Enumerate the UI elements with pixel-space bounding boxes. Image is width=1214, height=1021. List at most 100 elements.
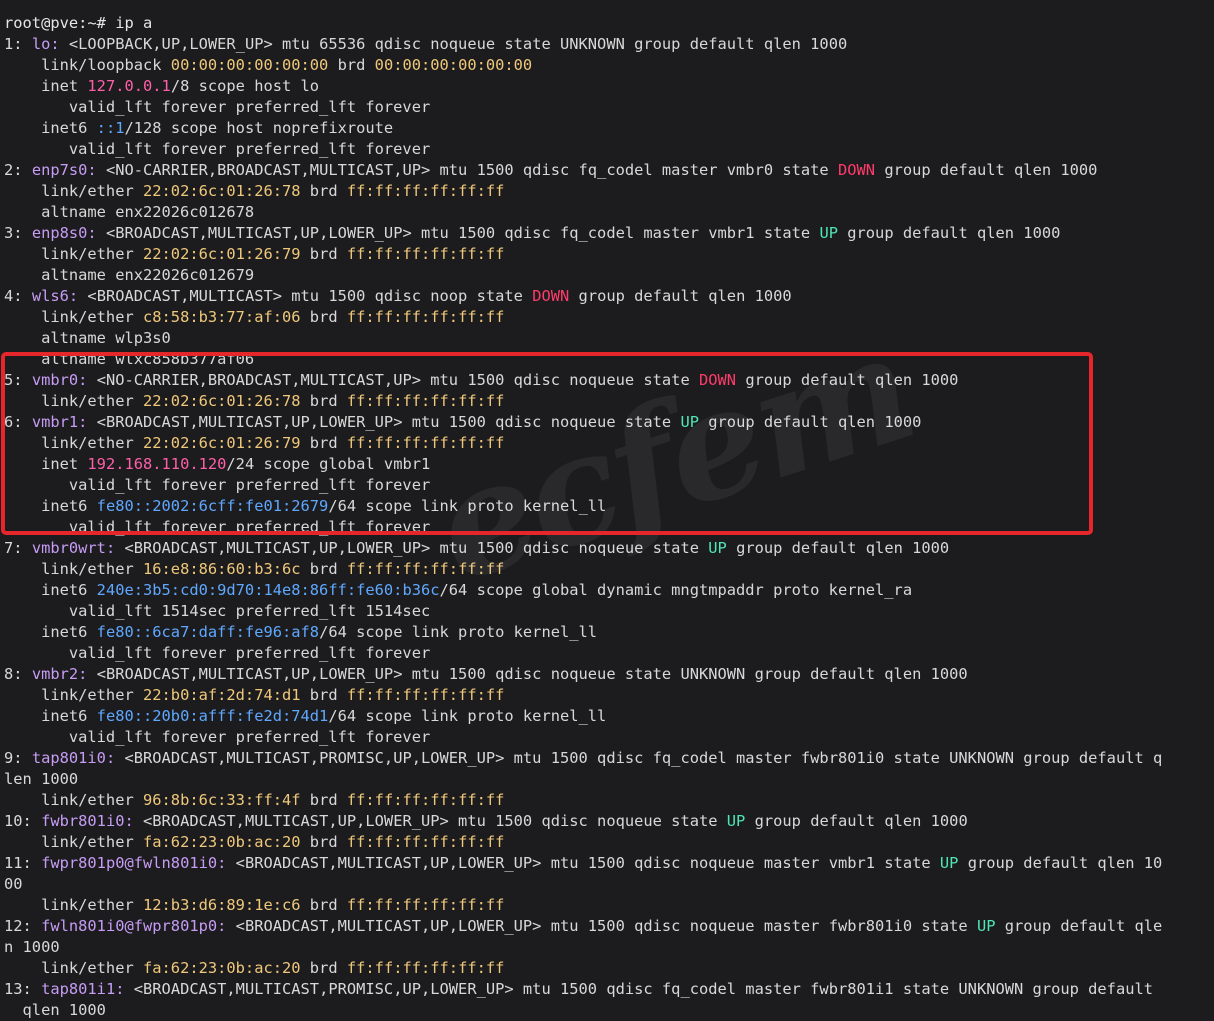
- output-text: /8 scope host lo: [170, 77, 320, 95]
- output-text: /64 scope link proto kernel_ll: [328, 497, 607, 515]
- output-text: inet: [4, 77, 88, 95]
- interface-name: wls6:: [31, 287, 79, 305]
- output-text: 10:: [4, 812, 42, 830]
- terminal-line: qlen 1000: [4, 1000, 1210, 1021]
- output-text: /64 scope global dynamic mngtmpaddr prot…: [439, 581, 913, 599]
- output-text: link/ether: [4, 245, 143, 263]
- output-text: link/ether: [4, 560, 143, 578]
- broadcast-address: ff:ff:ff:ff:ff:ff: [346, 245, 505, 263]
- output-text: link/ether: [4, 896, 143, 914]
- output-text: inet6: [4, 497, 97, 515]
- output-text: valid_lft forever preferred_lft forever: [4, 644, 431, 662]
- output-text: 00: [4, 875, 23, 893]
- terminal-line: len 1000: [4, 769, 1210, 790]
- output-text: 7:: [4, 539, 32, 557]
- terminal-line: link/ether 22:02:6c:01:26:78 brd ff:ff:f…: [4, 391, 1210, 412]
- terminal-line: inet6 fe80::20b0:afff:fe2d:74d1/64 scope…: [4, 706, 1210, 727]
- output-text: altname enx22026c012678: [4, 203, 255, 221]
- broadcast-address: ff:ff:ff:ff:ff:ff: [346, 896, 505, 914]
- terminal-line: link/ether 96:8b:6c:33:ff:4f brd ff:ff:f…: [4, 790, 1210, 811]
- mac-address: 96:8b:6c:33:ff:4f: [143, 791, 301, 809]
- output-text: brd: [328, 56, 375, 74]
- output-text: link/ether: [4, 434, 143, 452]
- output-text: valid_lft forever preferred_lft forever: [4, 140, 431, 158]
- output-text: link/ether: [4, 833, 143, 851]
- interface-name: fwbr801i0:: [41, 812, 134, 830]
- output-text: brd: [300, 308, 347, 326]
- output-text: group default qlen 1000: [699, 413, 922, 431]
- output-text: <BROADCAST,MULTICAST,UP,LOWER_UP> mtu 15…: [226, 917, 977, 935]
- prompt-text: root@pve:~# ip a: [4, 14, 153, 32]
- interface-name: tap801i1:: [41, 980, 125, 998]
- interface-name: vmbr0wrt:: [31, 539, 116, 557]
- output-text: qlen 1000: [4, 1001, 106, 1019]
- output-text: <BROADCAST,MULTICAST,UP,LOWER_UP> mtu 15…: [87, 665, 968, 683]
- output-text: link/ether: [4, 308, 143, 326]
- output-text: group default qlen 1000: [837, 224, 1061, 242]
- terminal-line: valid_lft forever preferred_lft forever: [4, 475, 1210, 496]
- output-text: valid_lft forever preferred_lft forever: [4, 476, 431, 494]
- output-text: brd: [300, 791, 347, 809]
- terminal-output[interactable]: root@pve:~# ip a 1: lo: <LOOPBACK,UP,LOWE…: [4, 0, 1210, 1021]
- output-text: 5:: [4, 371, 32, 389]
- terminal-line: 2: enp7s0: <NO-CARRIER,BROADCAST,MULTICA…: [4, 160, 1210, 181]
- mac-address: fa:62:23:0b:ac:20: [143, 959, 301, 977]
- terminal-line: 5: vmbr0: <NO-CARRIER,BROADCAST,MULTICAS…: [4, 370, 1210, 391]
- terminal-line: link/ether 22:b0:af:2d:74:d1 brd ff:ff:f…: [4, 685, 1210, 706]
- mac-address: 22:02:6c:01:26:79: [143, 434, 301, 452]
- broadcast-address: ff:ff:ff:ff:ff:ff: [346, 686, 505, 704]
- terminal-line: 6: vmbr1: <BROADCAST,MULTICAST,UP,LOWER_…: [4, 412, 1210, 433]
- output-text: group default qle: [995, 917, 1163, 935]
- output-text: link/loopback: [4, 56, 171, 74]
- output-text: 12:: [4, 917, 42, 935]
- terminal-line: altname enx22026c012679: [4, 265, 1210, 286]
- state-up: UP: [819, 224, 838, 242]
- terminal-line: inet6 fe80::2002:6cff:fe01:2679/64 scope…: [4, 496, 1210, 517]
- interface-name: vmbr0:: [31, 371, 88, 389]
- output-text: brd: [300, 686, 347, 704]
- interface-name: lo:: [31, 35, 60, 53]
- output-text: link/ether: [4, 686, 143, 704]
- output-text: group default qlen 1000: [875, 161, 1098, 179]
- output-text: <NO-CARRIER,BROADCAST,MULTICAST,UP> mtu …: [87, 371, 699, 389]
- output-text: brd: [300, 896, 347, 914]
- output-text: <BROADCAST,MULTICAST,UP,LOWER_UP> mtu 15…: [87, 413, 681, 431]
- output-text: 4:: [4, 287, 32, 305]
- output-text: inet6: [4, 581, 97, 599]
- output-text: altname wlp3s0: [4, 329, 171, 347]
- terminal-line: inet 127.0.0.1/8 scope host lo: [4, 76, 1210, 97]
- output-text: len 1000: [4, 770, 79, 788]
- mac-address: 22:02:6c:01:26:78: [143, 182, 301, 200]
- ipv4-address: 192.168.110.120: [87, 455, 227, 473]
- state-up: UP: [708, 539, 727, 557]
- terminal-line: 1: lo: <LOOPBACK,UP,LOWER_UP> mtu 65536 …: [4, 34, 1210, 55]
- output-text: brd: [300, 245, 347, 263]
- output-text: inet6: [4, 623, 97, 641]
- terminal-line: 12: fwln801i0@fwpr801p0: <BROADCAST,MULT…: [4, 916, 1210, 937]
- output-text: <BROADCAST,MULTICAST,UP,LOWER_UP> mtu 15…: [133, 812, 727, 830]
- state-up: UP: [976, 917, 996, 935]
- output-text: <LOOPBACK,UP,LOWER_UP> mtu 65536 qdisc n…: [59, 35, 848, 53]
- interface-name: vmbr1:: [31, 413, 88, 431]
- state-down: DOWN: [837, 161, 876, 179]
- ipv6-address: fe80::6ca7:daff:fe96:af8: [96, 623, 320, 641]
- output-text: <NO-CARRIER,BROADCAST,MULTICAST,UP> mtu …: [96, 161, 838, 179]
- state-down: DOWN: [532, 287, 570, 305]
- terminal-line: link/ether 16:e8:86:60:b3:6c brd ff:ff:f…: [4, 559, 1210, 580]
- broadcast-address: ff:ff:ff:ff:ff:ff: [346, 791, 505, 809]
- mac-address: 16:e8:86:60:b3:6c: [143, 560, 301, 578]
- output-text: <BROADCAST,MULTICAST,PROMISC,UP,LOWER_UP…: [115, 749, 1163, 767]
- output-text: valid_lft 1514sec preferred_lft 1514sec: [4, 602, 431, 620]
- broadcast-address: ff:ff:ff:ff:ff:ff: [346, 434, 505, 452]
- terminal-line: inet 192.168.110.120/24 scope global vmb…: [4, 454, 1210, 475]
- terminal-line: 7: vmbr0wrt: <BROADCAST,MULTICAST,UP,LOW…: [4, 538, 1210, 559]
- terminal-line: valid_lft forever preferred_lft forever: [4, 517, 1210, 538]
- output-text: /64 scope link proto kernel_ll: [319, 623, 598, 641]
- terminal-line: inet6 fe80::6ca7:daff:fe96:af8/64 scope …: [4, 622, 1210, 643]
- output-text: link/ether: [4, 182, 143, 200]
- terminal-line: inet6 ::1/128 scope host noprefixroute: [4, 118, 1210, 139]
- terminal-line: valid_lft forever preferred_lft forever: [4, 97, 1210, 118]
- output-text: 6:: [4, 413, 32, 431]
- interface-name: fwln801i0@fwpr801p0:: [41, 917, 227, 935]
- output-text: n 1000: [4, 938, 60, 956]
